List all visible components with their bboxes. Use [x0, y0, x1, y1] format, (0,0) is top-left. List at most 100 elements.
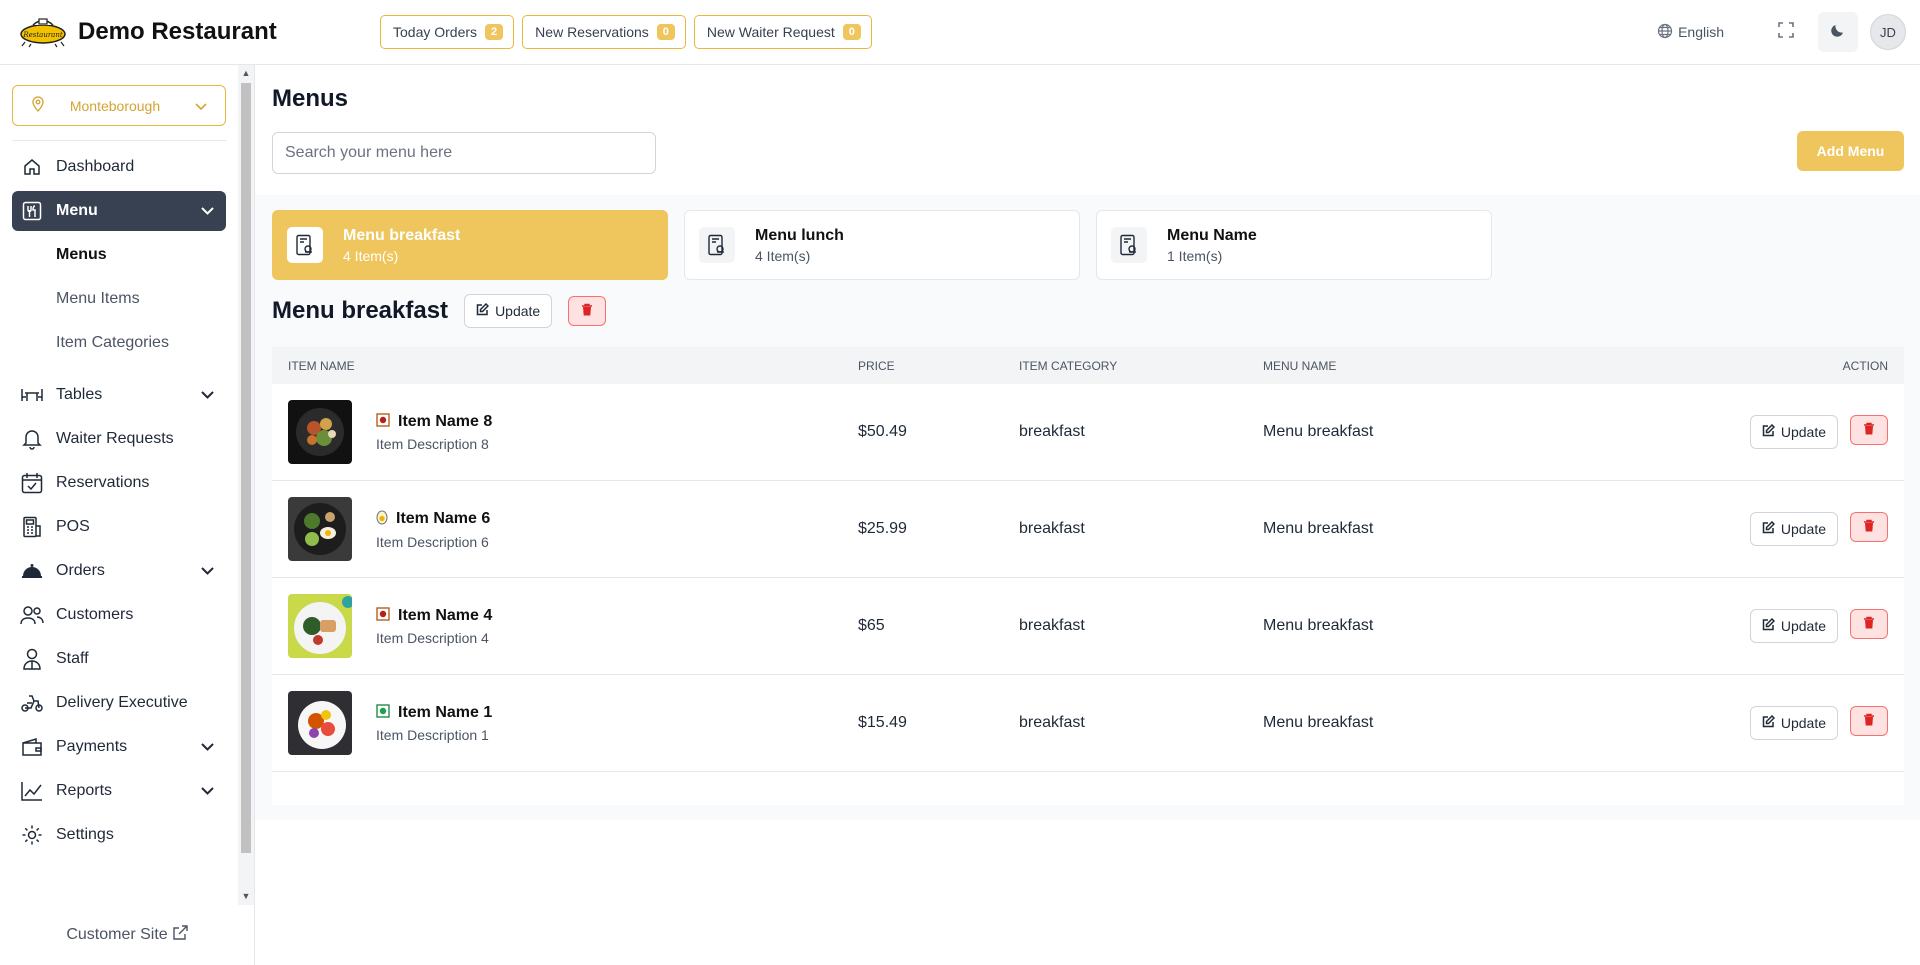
- trash-icon: [581, 303, 593, 319]
- menu-card-title: Menu breakfast: [343, 226, 461, 244]
- sidebar-item-pos[interactable]: POS: [12, 507, 226, 547]
- sidebar-item-menu[interactable]: Menu: [12, 191, 226, 231]
- scrollbar-thumb[interactable]: [241, 83, 251, 853]
- calendar-check-icon: [20, 471, 44, 495]
- delete-menu-button[interactable]: [568, 296, 607, 326]
- sidebar-item-label: Tables: [56, 386, 103, 403]
- item-description: Item Description 1: [376, 726, 489, 743]
- update-item-button[interactable]: Update: [1749, 512, 1838, 546]
- item-image: [288, 594, 352, 658]
- sidebar-subitem-item-categories[interactable]: Item Categories: [12, 323, 226, 363]
- new-waiter-request-pill[interactable]: New Waiter Request 0: [693, 15, 872, 49]
- item-category: breakfast: [1019, 617, 1085, 634]
- menu-card-lunch[interactable]: Menu lunch 4 Item(s): [684, 210, 1080, 280]
- delete-item-button[interactable]: [1850, 415, 1888, 445]
- menu-card-title: Menu lunch: [755, 226, 844, 244]
- search-input[interactable]: [272, 132, 656, 174]
- divider: [12, 140, 226, 141]
- selected-menu-header: Menu breakfast Update: [272, 294, 607, 328]
- moon-icon: [1829, 21, 1847, 44]
- table-footer: [272, 772, 1904, 805]
- table-row: Item Name 6 Item Description 6 $25.99 br…: [272, 481, 1904, 578]
- menu-card-menu-name[interactable]: Menu Name 1 Item(s): [1096, 210, 1492, 280]
- sidebar-item-reports[interactable]: Reports: [12, 771, 226, 811]
- column-header: Menu Name: [1263, 358, 1337, 373]
- sidebar-item-staff[interactable]: Staff: [12, 639, 226, 679]
- trash-icon: [1863, 422, 1875, 438]
- update-label: Update: [1780, 715, 1826, 731]
- customer-site-link[interactable]: Customer Site: [0, 905, 254, 965]
- item-price: $15.49: [858, 714, 907, 731]
- menu-card-breakfast[interactable]: Menu breakfast 4 Item(s): [272, 210, 668, 280]
- chevron-down-icon: [201, 207, 214, 215]
- staff-icon: [20, 647, 44, 671]
- item-menu-name: Menu breakfast: [1263, 714, 1374, 731]
- pill-label: New Reservations: [535, 24, 649, 40]
- sidebar-item-settings[interactable]: Settings: [12, 815, 226, 855]
- sidebar-item-tables[interactable]: Tables: [12, 375, 226, 415]
- scroll-down-icon[interactable]: ▼: [241, 891, 251, 901]
- delete-item-button[interactable]: [1850, 706, 1888, 736]
- sidebar-item-customers[interactable]: Customers: [12, 595, 226, 635]
- language-label: English: [1678, 24, 1724, 40]
- main-content: Menus Add Menu Menu breakfast 4 Item(s) …: [255, 65, 1920, 965]
- update-item-button[interactable]: Update: [1749, 706, 1838, 740]
- pos-icon: [20, 515, 44, 539]
- update-menu-button[interactable]: Update: [464, 294, 553, 328]
- table-icon: [20, 383, 44, 407]
- pill-count: 0: [656, 24, 675, 40]
- edit-icon: [1762, 714, 1775, 731]
- customer-site-label: Customer Site: [66, 926, 168, 943]
- menu-card-count: 1 Item(s): [1167, 247, 1223, 264]
- item-category: breakfast: [1019, 423, 1085, 440]
- delete-item-button[interactable]: [1850, 609, 1888, 639]
- sidebar-subitem-menu-items[interactable]: Menu Items: [12, 279, 226, 319]
- brand-name: Demo Restaurant: [78, 18, 277, 45]
- menu-panel: Menu breakfast 4 Item(s) Menu lunch 4 It…: [255, 195, 1920, 820]
- update-label: Update: [1780, 521, 1826, 537]
- item-price: $65: [858, 617, 885, 634]
- delete-item-button[interactable]: [1850, 512, 1888, 542]
- item-price: $50.49: [858, 423, 907, 440]
- item-description: Item Description 4: [376, 629, 489, 646]
- svg-text:Restaurant: Restaurant: [22, 31, 63, 39]
- item-name: Item Name 8: [398, 413, 493, 430]
- chevron-down-icon: [201, 743, 214, 751]
- sidebar-item-reservations[interactable]: Reservations: [12, 463, 226, 503]
- item-name: Item Name 4: [398, 607, 493, 624]
- new-reservations-pill[interactable]: New Reservations 0: [522, 15, 686, 49]
- table-row: Item Name 1 Item Description 1 $15.49 br…: [272, 675, 1904, 772]
- sidebar-item-payments[interactable]: Payments: [12, 727, 226, 767]
- wallet-icon: [20, 735, 44, 759]
- update-item-button[interactable]: Update: [1749, 415, 1838, 449]
- menu-card-count: 4 Item(s): [343, 247, 399, 264]
- dark-mode-toggle[interactable]: [1818, 12, 1858, 52]
- today-orders-pill[interactable]: Today Orders 2: [380, 15, 515, 49]
- update-label: Update: [1780, 618, 1826, 634]
- sidebar-subitem-menus[interactable]: Menus: [12, 235, 226, 275]
- scroll-up-icon[interactable]: ▲: [241, 68, 251, 78]
- table-row: Item Name 8 Item Description 8 $50.49 br…: [272, 384, 1904, 481]
- trash-icon: [1863, 713, 1875, 729]
- sidebar-item-dashboard[interactable]: Dashboard: [12, 147, 226, 187]
- item-menu-name: Menu breakfast: [1263, 520, 1374, 537]
- menu-card-title: Menu Name: [1167, 226, 1257, 244]
- sidebar-item-label: Payments: [56, 738, 128, 755]
- brand[interactable]: Restaurant Demo Restaurant: [18, 15, 358, 49]
- sidebar-scrollbar[interactable]: ▲ ▼: [238, 65, 254, 905]
- fullscreen-button[interactable]: [1766, 12, 1806, 52]
- user-avatar[interactable]: JD: [1870, 14, 1906, 50]
- chevron-down-icon: [195, 98, 207, 114]
- branch-selector[interactable]: Monteborough: [12, 85, 226, 126]
- menu-card-count: 4 Item(s): [755, 247, 811, 264]
- sidebar-item-delivery-executive[interactable]: Delivery Executive: [12, 683, 226, 723]
- expand-icon: [1777, 21, 1795, 44]
- add-menu-button[interactable]: Add Menu: [1797, 131, 1904, 171]
- pill-label: New Waiter Request: [706, 24, 835, 40]
- language-switcher[interactable]: English: [1657, 23, 1724, 42]
- sidebar-item-waiter-requests[interactable]: Waiter Requests: [12, 419, 226, 459]
- sidebar-item-orders[interactable]: Orders: [12, 551, 226, 591]
- update-item-button[interactable]: Update: [1749, 609, 1838, 643]
- column-header: Price: [858, 358, 895, 373]
- update-label: Update: [495, 303, 541, 319]
